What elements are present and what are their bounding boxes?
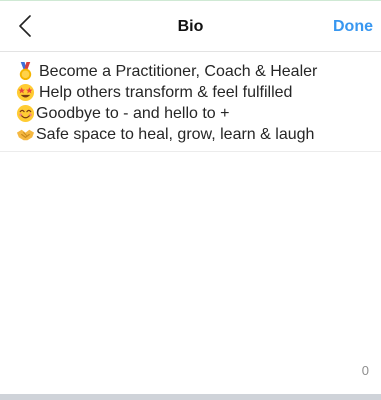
chevron-left-icon [19, 15, 31, 37]
keyboard-top-edge [0, 394, 381, 400]
back-button[interactable] [14, 11, 36, 41]
done-button[interactable]: Done [333, 1, 373, 52]
bio-text-area[interactable]: Become a Practitioner, Coach & Healer He… [0, 52, 381, 152]
smiling-face-icon [16, 104, 35, 123]
character-counter: 0 [361, 363, 369, 378]
handshake-icon [16, 129, 35, 141]
bio-line: Become a Practitioner, Coach & Healer [16, 61, 369, 82]
bio-line-text: Help others transform & feel fulfilled [39, 83, 293, 101]
medal-icon [19, 62, 32, 81]
bio-line-text: Safe space to heal, grow, learn & laugh [36, 125, 315, 143]
bio-line: Goodbye to - and hello to + [16, 103, 369, 124]
navigation-bar: Bio Done [0, 1, 381, 52]
star-struck-face-icon [16, 83, 35, 102]
bio-line-text: Goodbye to - and hello to + [36, 104, 230, 122]
bio-line-text: Become a Practitioner, Coach & Healer [39, 62, 318, 80]
bio-line: Help others transform & feel fulfilled [16, 82, 369, 103]
bio-line: Safe space to heal, grow, learn & laugh [16, 124, 369, 145]
edit-bio-screen: Bio Done Become a Practitioner, Coach & … [0, 0, 381, 400]
page-title: Bio [177, 18, 204, 35]
